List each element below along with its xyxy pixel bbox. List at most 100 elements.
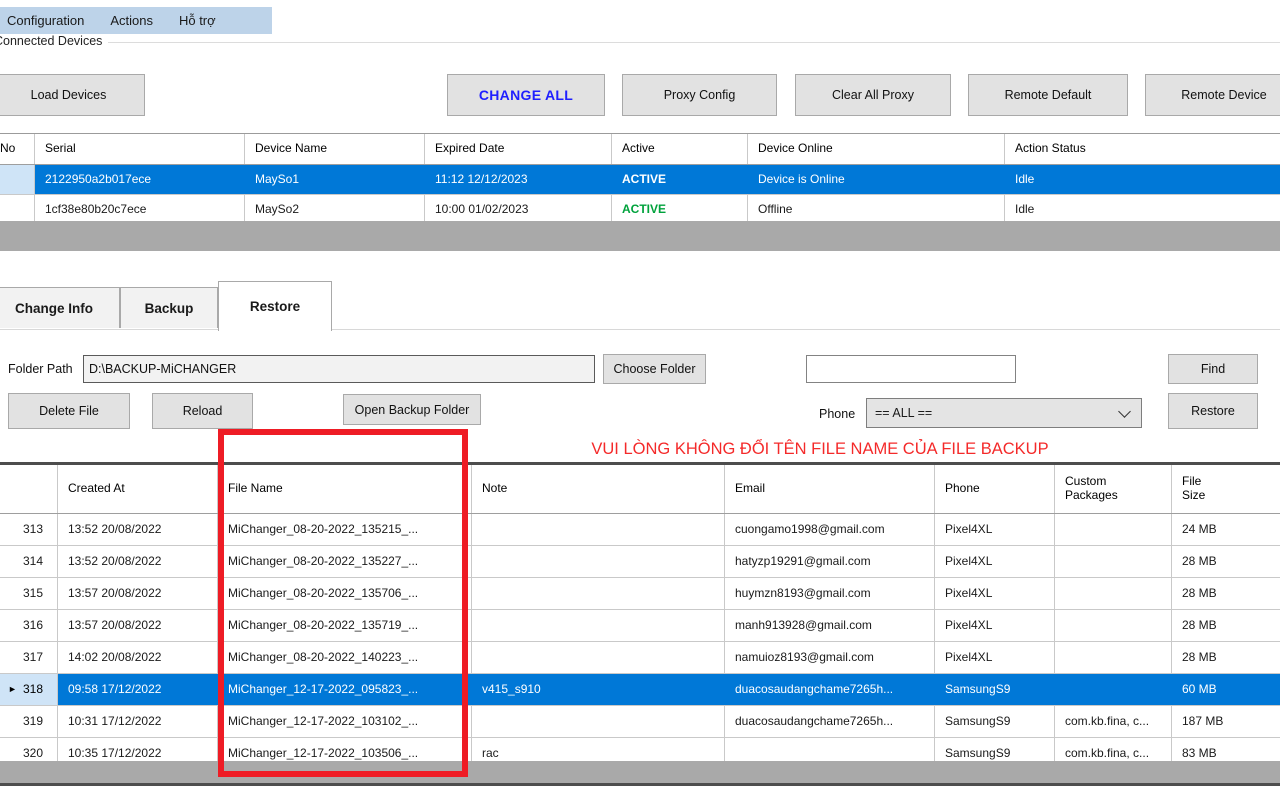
backup-table-column-header-3[interactable]: Note [472,465,725,513]
backup-table-column-header-2[interactable]: File Name [218,465,472,513]
find-button[interactable]: Find [1168,354,1258,384]
device-row-cell-device_name[interactable]: MaySo2 [245,195,425,224]
backup-table-column-header-4[interactable]: Email [725,465,935,513]
backup-file-row-cell-phone[interactable]: Pixel4XL [935,514,1055,545]
backup-file-row-cell-note[interactable] [472,546,725,577]
open-backup-folder-button[interactable]: Open Backup Folder [343,394,481,425]
backup-file-row-cell-file_name[interactable]: MiChanger_12-17-2022_103102_... [218,706,472,737]
backup-file-row-cell-created_at[interactable]: 13:57 20/08/2022 [58,578,218,609]
backup-file-row-cell-custom_packages[interactable] [1055,674,1172,705]
load-devices-button[interactable]: Load Devices [0,74,145,116]
backup-file-row-cell-email[interactable]: hatyzp19291@gmail.com [725,546,935,577]
backup-file-row-cell-created_at[interactable]: 10:31 17/12/2022 [58,706,218,737]
backup-file-row-cell-phone[interactable]: Pixel4XL [935,642,1055,673]
phone-filter-dropdown[interactable]: == ALL == [866,398,1142,428]
backup-file-row-cell-note[interactable] [472,610,725,641]
choose-folder-button[interactable]: Choose Folder [603,354,706,384]
backup-file-row-cell-no[interactable]: 314 [0,546,58,577]
backup-file-row-cell-file_name[interactable]: MiChanger_08-20-2022_135706_... [218,578,472,609]
backup-file-row-cell-no[interactable]: 319 [0,706,58,737]
backup-file-row-cell-email[interactable]: duacosaudangchame7265h... [725,674,935,705]
backup-file-row-cell-no[interactable]: 316 [0,610,58,641]
device-row-cell-device_name[interactable]: MaySo1 [245,165,425,194]
device-row-cell-device_online[interactable]: Device is Online [748,165,1005,194]
backup-table-column-header-5[interactable]: Phone [935,465,1055,513]
restore-button[interactable]: Restore [1168,393,1258,429]
backup-file-row-cell-note[interactable] [472,514,725,545]
backup-file-row-cell-file_name[interactable]: MiChanger_08-20-2022_135719_... [218,610,472,641]
tab-restore[interactable]: Restore [218,281,332,331]
backup-file-row[interactable]: 31313:52 20/08/2022MiChanger_08-20-2022_… [0,514,1280,546]
device-row-cell-serial[interactable]: 2122950a2b017ece [35,165,245,194]
change-all-button[interactable]: CHANGE ALL [447,74,605,116]
delete-file-button[interactable]: Delete File [8,393,130,429]
backup-file-row-cell-email[interactable]: namuioz8193@gmail.com [725,642,935,673]
backup-file-row-cell-file_size[interactable]: 28 MB [1172,578,1280,609]
folder-path-input[interactable] [83,355,595,383]
backup-file-row-cell-file_size[interactable]: 60 MB [1172,674,1280,705]
backup-file-row-cell-file_name[interactable]: MiChanger_08-20-2022_140223_... [218,642,472,673]
menu-item-h-tr-[interactable]: Hỗ trợ [166,7,229,34]
backup-file-row-cell-file_size[interactable]: 187 MB [1172,706,1280,737]
search-input[interactable] [806,355,1016,383]
tab-change-info[interactable]: Change Info [0,287,120,328]
backup-file-row-cell-file_size[interactable]: 28 MB [1172,546,1280,577]
backup-file-row-cell-phone[interactable]: Pixel4XL [935,578,1055,609]
devices-table-column-header-6[interactable]: Action Status [1005,134,1280,164]
backup-file-row-cell-created_at[interactable]: 13:52 20/08/2022 [58,514,218,545]
backup-file-row-cell-custom_packages[interactable]: com.kb.fina, c... [1055,706,1172,737]
device-row-cell-action_status[interactable]: Idle [1005,165,1280,194]
devices-table-column-header-0[interactable]: No [0,134,35,164]
backup-file-row-cell-phone[interactable]: Pixel4XL [935,546,1055,577]
backup-file-row-cell-custom_packages[interactable] [1055,578,1172,609]
device-row-cell-no[interactable] [0,165,35,194]
device-row-cell-expired_date[interactable]: 11:12 12/12/2023 [425,165,612,194]
device-row-cell-device_online[interactable]: Offline [748,195,1005,224]
backup-table-column-header-0[interactable] [0,465,58,513]
device-row-cell-action_status[interactable]: Idle [1005,195,1280,224]
backup-file-row-cell-phone[interactable]: SamsungS9 [935,674,1055,705]
backup-file-row-cell-email[interactable]: cuongamo1998@gmail.com [725,514,935,545]
backup-file-row-cell-no[interactable]: 313 [0,514,58,545]
backup-file-row-cell-file_size[interactable]: 24 MB [1172,514,1280,545]
backup-file-row[interactable]: 31613:57 20/08/2022MiChanger_08-20-2022_… [0,610,1280,642]
remote-default-button[interactable]: Remote Default [968,74,1128,116]
backup-table-scroll-area[interactable] [0,761,1280,783]
backup-file-row-cell-no[interactable]: 315 [0,578,58,609]
backup-file-row-cell-file_name[interactable]: MiChanger_08-20-2022_135227_... [218,546,472,577]
backup-file-row-cell-phone[interactable]: SamsungS9 [935,706,1055,737]
backup-file-row[interactable]: 31413:52 20/08/2022MiChanger_08-20-2022_… [0,546,1280,578]
backup-file-row-cell-phone[interactable]: Pixel4XL [935,610,1055,641]
clear-all-proxy-button[interactable]: Clear All Proxy [795,74,951,116]
backup-file-row-cell-file_size[interactable]: 28 MB [1172,610,1280,641]
backup-file-row-cell-email[interactable]: huymzn8193@gmail.com [725,578,935,609]
backup-file-row-cell-created_at[interactable]: 13:52 20/08/2022 [58,546,218,577]
backup-table-column-header-1[interactable]: Created At [58,465,218,513]
devices-table-column-header-5[interactable]: Device Online [748,134,1005,164]
backup-file-row-cell-file_size[interactable]: 28 MB [1172,642,1280,673]
backup-file-row[interactable]: 31714:02 20/08/2022MiChanger_08-20-2022_… [0,642,1280,674]
menu-item-configuration[interactable]: Configuration [0,7,97,34]
devices-table-column-header-1[interactable]: Serial [35,134,245,164]
backup-file-row-cell-email[interactable]: manh913928@gmail.com [725,610,935,641]
backup-file-row-cell-file_name[interactable]: MiChanger_08-20-2022_135215_... [218,514,472,545]
reload-button[interactable]: Reload [152,393,253,429]
backup-file-row-cell-custom_packages[interactable] [1055,610,1172,641]
menu-item-actions[interactable]: Actions [97,7,166,34]
backup-file-row-cell-no[interactable]: ►318 [0,674,58,705]
backup-file-row-cell-note[interactable] [472,706,725,737]
backup-file-row-cell-email[interactable]: duacosaudangchame7265h... [725,706,935,737]
backup-file-row[interactable]: 31513:57 20/08/2022MiChanger_08-20-2022_… [0,578,1280,610]
device-row[interactable]: 2122950a2b017eceMaySo111:12 12/12/2023AC… [0,165,1280,195]
device-row-cell-active[interactable]: ACTIVE [612,165,748,194]
device-row-cell-no[interactable] [0,195,35,224]
devices-table-column-header-3[interactable]: Expired Date [425,134,612,164]
backup-file-row-cell-custom_packages[interactable] [1055,546,1172,577]
backup-table-column-header-7[interactable]: File Size [1172,465,1280,513]
tab-backup[interactable]: Backup [120,287,218,328]
backup-file-row-cell-created_at[interactable]: 14:02 20/08/2022 [58,642,218,673]
backup-file-row-cell-no[interactable]: 317 [0,642,58,673]
backup-file-row-cell-note[interactable]: v415_s910 [472,674,725,705]
device-row-cell-serial[interactable]: 1cf38e80b20c7ece [35,195,245,224]
proxy-config-button[interactable]: Proxy Config [622,74,777,116]
